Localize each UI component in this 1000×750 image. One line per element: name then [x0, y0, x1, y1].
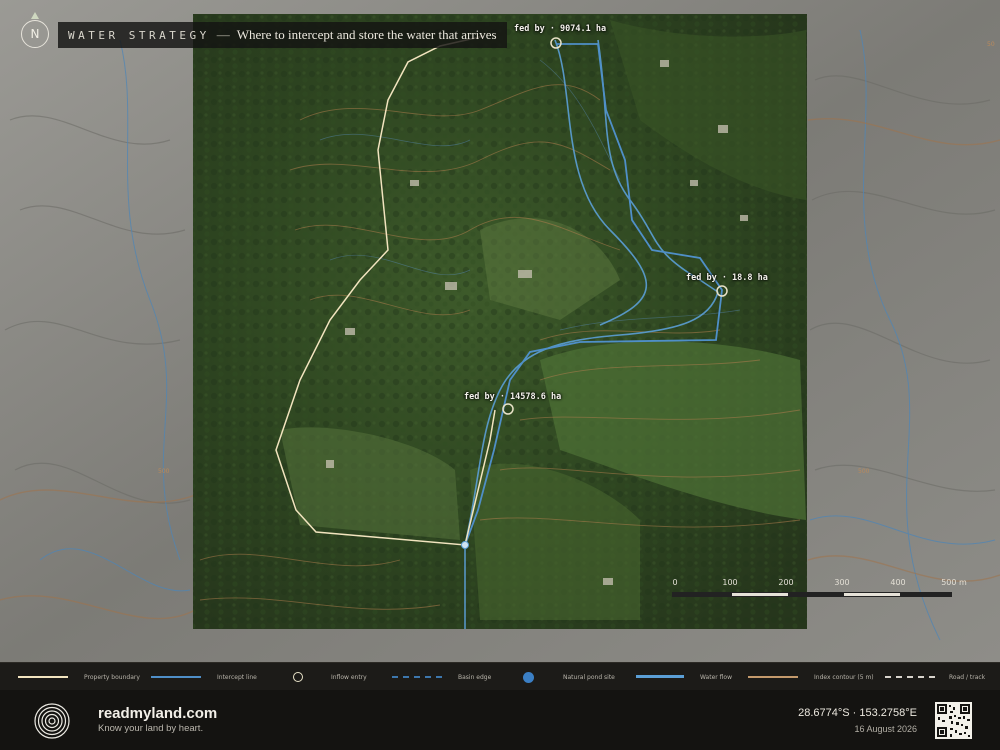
scale-tick: 0	[672, 578, 678, 587]
north-pointer-icon	[31, 12, 39, 19]
location-coordinates: 28.6774°S · 153.2758°E	[798, 707, 917, 719]
legend-item-road-track: Road / track	[885, 663, 985, 691]
brand-name[interactable]: readmyland.com	[98, 705, 217, 722]
property-boundary-line-icon	[18, 672, 68, 682]
map-canvas[interactable]: 500 500 50 N WATER STRATEGY — Where to i…	[0, 0, 1000, 662]
road-track-dash-icon	[885, 672, 935, 682]
north-label: N	[30, 27, 40, 41]
page-subtitle: Where to intercept and store the water t…	[236, 27, 497, 42]
intercept-line-icon	[151, 672, 201, 682]
legend-item-index-contour: Index contour (5 m)	[748, 663, 874, 691]
legend-label: Road / track	[949, 673, 986, 681]
outlet-point[interactable]	[461, 541, 469, 549]
map-layers: 500 500 50	[0, 0, 1000, 662]
brand-tagline: Know your land by heart.	[98, 723, 204, 734]
map-legend: Property boundary Intercept line Inflow …	[0, 662, 1000, 690]
scale-tick: 200	[778, 578, 794, 587]
scale-tick: 300	[834, 578, 850, 587]
basin-edge-dash-icon	[392, 672, 442, 682]
title-bar: WATER STRATEGY — Where to intercept and …	[58, 22, 507, 48]
legend-label: Basin edge	[458, 673, 492, 681]
legend-label: Water flow	[700, 673, 733, 681]
legend-item-inflow-entry: Inflow entry	[293, 663, 367, 691]
qr-code-icon[interactable]	[935, 702, 972, 739]
scale-bar: 0 100 200 300 400 500 m	[668, 578, 968, 608]
legend-item-property-boundary: Property boundary	[18, 663, 140, 691]
north-arrow-icon: N	[21, 20, 49, 48]
legend-item-basin-edge: Basin edge	[392, 663, 491, 691]
scale-tick: 400	[890, 578, 906, 587]
contour-label: 50	[987, 41, 995, 48]
callout-east-inflow: fed by · 18.8 ha	[686, 273, 768, 283]
scale-tick: 500 m	[941, 578, 967, 587]
legend-item-intercept-line: Intercept line	[151, 663, 257, 691]
pond-dot-icon	[523, 672, 535, 683]
callout-creek-inflow: fed by · 14578.6 ha	[464, 392, 562, 402]
title-separator: —	[216, 27, 230, 42]
legend-label: Property boundary	[84, 673, 140, 681]
footer: readmyland.com Know your land by heart. …	[0, 690, 1000, 750]
concentric-rings-logo-icon[interactable]	[33, 702, 71, 740]
legend-label: Natural pond site	[563, 673, 615, 681]
legend-label: Index contour (5 m)	[814, 673, 874, 681]
contour-label: 500	[858, 468, 870, 475]
scale-tick: 100	[722, 578, 738, 587]
contour-label: 500	[158, 468, 170, 475]
callout-north-inflow: fed by · 9074.1 ha	[514, 24, 607, 34]
legend-item-natural-pond-site: Natural pond site	[523, 663, 615, 691]
index-contour-line-icon	[748, 672, 798, 682]
legend-item-water-flow: Water flow	[636, 663, 732, 691]
map-date: 16 August 2026	[854, 724, 917, 734]
page-title: WATER STRATEGY	[68, 28, 210, 42]
legend-label: Inflow entry	[331, 673, 367, 681]
water-flow-line-icon	[636, 672, 684, 682]
inflow-ring-icon	[293, 672, 305, 682]
legend-label: Intercept line	[217, 673, 257, 681]
